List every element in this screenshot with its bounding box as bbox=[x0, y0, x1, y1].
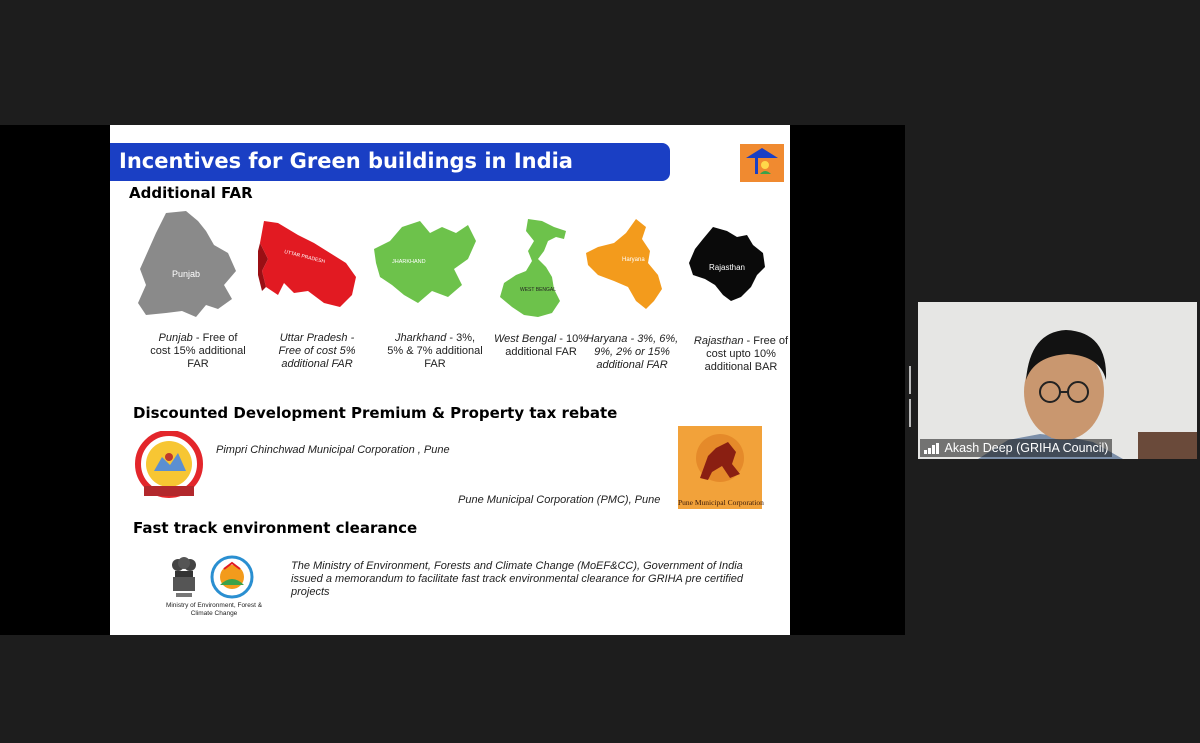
drag-handle-icon[interactable] bbox=[909, 366, 913, 427]
ministry-label: Ministry of Environment, Forest & Climat… bbox=[165, 602, 263, 617]
signal-bars-icon bbox=[924, 442, 939, 454]
pmc-horse-icon bbox=[696, 434, 744, 482]
jharkhand-map-label: JHARKHAND bbox=[392, 259, 426, 265]
rajasthan-map: Rajasthan bbox=[689, 227, 765, 301]
caption-haryana: Haryana - 3%, 6%, 9%, 2% or 15% addition… bbox=[584, 333, 680, 372]
pmc-logo-text: Pune Municipal Corporation bbox=[678, 498, 764, 507]
west-bengal-map-label: WEST BENGAL bbox=[520, 287, 556, 293]
caption-haryana-state: Haryana bbox=[585, 333, 628, 345]
ashoka-emblem-icon bbox=[172, 557, 196, 597]
clearance-text: The Ministry of Environment, Forests and… bbox=[291, 560, 744, 598]
pcmc-emblem-icon bbox=[135, 431, 203, 498]
moefcc-logo-icon bbox=[210, 555, 254, 599]
section-development-premium: Discounted Development Premium & Propert… bbox=[133, 404, 618, 422]
section-fast-track: Fast track environment clearance bbox=[133, 519, 418, 537]
griha-logo-icon bbox=[740, 144, 784, 182]
caption-rajasthan-state: Rajasthan bbox=[693, 335, 744, 347]
punjab-map-label: Punjab bbox=[172, 269, 200, 279]
haryana-map: Haryana bbox=[586, 219, 662, 309]
pmc-name: Pune Municipal Corporation (PMC), Pune bbox=[458, 494, 661, 506]
participant-name: Akash Deep (GRIHA Council) bbox=[944, 441, 1109, 455]
caption-jharkhand: Jharkhand - 3%, 5% & 7% additional FAR bbox=[387, 332, 483, 371]
pmc-logo: Pune Municipal Corporation bbox=[678, 426, 764, 509]
caption-west-bengal-state: West Bengal bbox=[494, 333, 557, 345]
caption-uttar-pradesh-state: Uttar Pradesh bbox=[279, 332, 348, 344]
participant-video-feed bbox=[918, 302, 1197, 459]
rajasthan-map-label: Rajasthan bbox=[709, 263, 745, 272]
caption-west-bengal: West Bengal - 10% additional FAR bbox=[493, 333, 589, 359]
caption-rajasthan: Rajasthan - Free of cost upto 10% additi… bbox=[693, 335, 789, 374]
slide-title: Incentives for Green buildings in India bbox=[119, 149, 573, 173]
caption-punjab: Punjab - Free of cost 15% additional FAR bbox=[150, 332, 246, 371]
punjab-map: Punjab bbox=[138, 211, 236, 317]
west-bengal-map: WEST BENGAL bbox=[500, 219, 566, 317]
caption-punjab-state: Punjab bbox=[158, 332, 193, 344]
presentation-slide: Incentives for Green buildings in India … bbox=[110, 125, 790, 635]
haryana-map-label: Haryana bbox=[622, 257, 645, 263]
caption-uttar-pradesh: Uttar Pradesh - Free of cost 5% addition… bbox=[269, 332, 365, 371]
participant-video-tile[interactable]: Akash Deep (GRIHA Council) bbox=[918, 302, 1197, 459]
uttar-pradesh-map: UTTAR PRADESH bbox=[258, 221, 356, 307]
pcmc-name: Pimpri Chinchwad Municipal Corporation ,… bbox=[216, 444, 450, 456]
section-additional-far: Additional FAR bbox=[129, 184, 253, 202]
slide-title-bar: Incentives for Green buildings in India bbox=[110, 143, 670, 181]
jharkhand-map: JHARKHAND bbox=[374, 221, 476, 303]
participant-name-label: Akash Deep (GRIHA Council) bbox=[920, 439, 1113, 457]
caption-jharkhand-state: Jharkhand bbox=[394, 332, 447, 344]
